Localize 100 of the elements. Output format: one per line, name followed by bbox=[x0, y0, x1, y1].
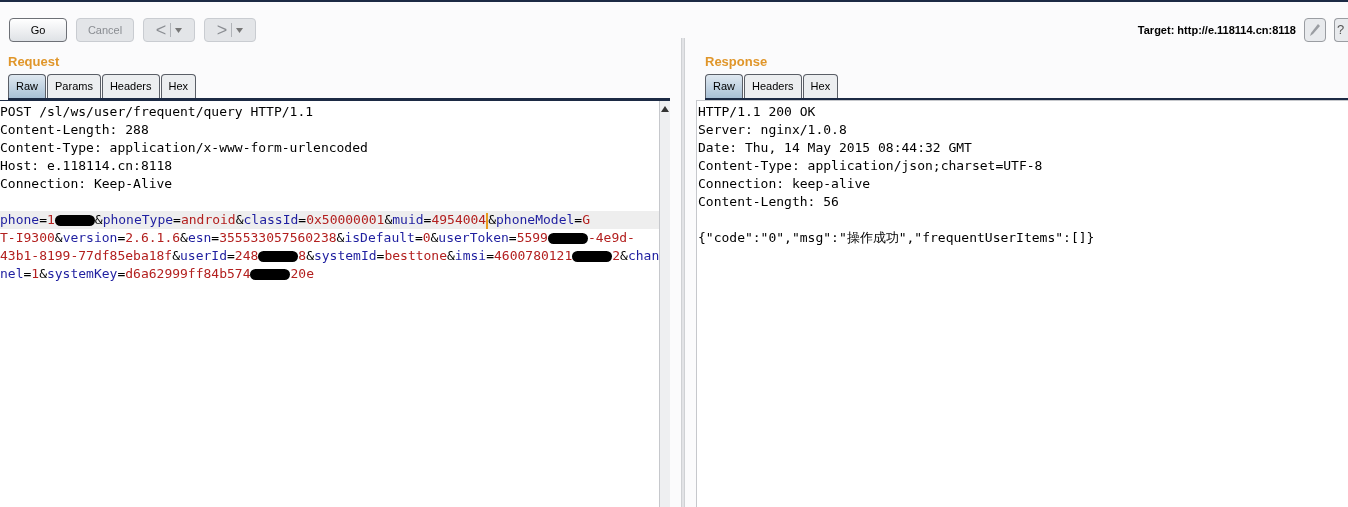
body-text: & bbox=[306, 248, 314, 263]
body-text: = bbox=[23, 266, 32, 281]
body-text: 4600780121 bbox=[494, 248, 573, 263]
body-text: & bbox=[336, 230, 345, 245]
body-text: = bbox=[423, 212, 432, 227]
editor-tab[interactable]: Raw bbox=[705, 74, 743, 98]
body-text: & bbox=[180, 230, 188, 245]
body-text: & bbox=[447, 248, 455, 263]
editor-tab[interactable]: Hex bbox=[160, 74, 197, 98]
body-text: & bbox=[39, 266, 47, 281]
response-line: HTTP/1.1 200 OK bbox=[698, 103, 816, 121]
body-text: G bbox=[582, 212, 590, 227]
redaction-mark bbox=[572, 251, 613, 262]
body-text: nel bbox=[0, 266, 24, 281]
request-editor[interactable] bbox=[0, 101, 660, 507]
body-text: android bbox=[180, 212, 236, 227]
scrollbar[interactable] bbox=[659, 101, 670, 507]
body-text: = bbox=[376, 248, 385, 263]
redaction-mark bbox=[54, 215, 95, 226]
body-text: = bbox=[211, 230, 220, 245]
dropdown-caret-icon bbox=[175, 27, 183, 33]
body-text: -4e9d- bbox=[587, 230, 635, 245]
text-cursor bbox=[486, 212, 489, 229]
body-text: = bbox=[117, 266, 126, 281]
edit-target-button[interactable] bbox=[1304, 18, 1326, 42]
response-line: Content-Type: application/json;charset=UTF-8 bbox=[698, 157, 1043, 175]
body-text: imsi bbox=[454, 248, 487, 263]
body-text: & bbox=[54, 230, 63, 245]
redaction-mark bbox=[250, 269, 291, 280]
request-line: Connection: Keep-Alive bbox=[0, 175, 173, 193]
response-editor[interactable] bbox=[696, 100, 1348, 507]
body-text: = bbox=[173, 212, 181, 227]
body-text: 5599 bbox=[516, 230, 548, 245]
toolbar-button[interactable]: Go bbox=[9, 18, 67, 42]
body-text: 8 bbox=[298, 248, 307, 263]
body-text: 4954004 bbox=[431, 212, 487, 227]
body-text: 0 bbox=[422, 230, 431, 245]
response-line: Connection: keep-alive bbox=[698, 175, 871, 193]
body-text: = bbox=[414, 230, 423, 245]
editor-tab[interactable]: Raw bbox=[8, 74, 46, 98]
body-text: esn bbox=[187, 230, 212, 245]
body-text: muid bbox=[392, 212, 424, 227]
body-text: 20e bbox=[290, 266, 314, 281]
body-text: & bbox=[430, 230, 439, 245]
dropdown-caret-icon bbox=[236, 27, 244, 33]
body-text: systemId bbox=[313, 248, 377, 263]
response-line: Date: Thu, 14 May 2015 08:44:32 GMT bbox=[698, 139, 972, 157]
body-text: phoneModel bbox=[496, 212, 575, 227]
target-label: Target: http://e.118114.cn:8118 bbox=[1137, 22, 1296, 38]
redaction-mark bbox=[547, 233, 588, 244]
response-line: Server: nginx/1.0.8 bbox=[698, 121, 847, 139]
body-text: 1 bbox=[46, 212, 55, 227]
body-text: d6a62999ff84b574 bbox=[125, 266, 251, 281]
request-line: Content-Type: application/x-www-form-urlencoded bbox=[0, 139, 368, 157]
body-text: & bbox=[488, 212, 497, 227]
pencil-icon bbox=[1309, 23, 1321, 37]
editor-tab[interactable]: Headers bbox=[101, 74, 160, 98]
response-body: {"code":"0","msg":"操作成功","frequentUserItems":[]} bbox=[698, 229, 1095, 247]
body-text: = bbox=[117, 230, 126, 245]
body-text: phone bbox=[0, 212, 40, 227]
body-text: userToken bbox=[438, 230, 509, 245]
body-text: = bbox=[508, 230, 517, 245]
body-text: 355533057560238 bbox=[219, 230, 337, 245]
body-text: T-I9300 bbox=[0, 230, 55, 245]
body-text: & bbox=[172, 248, 180, 263]
body-text: 248 bbox=[234, 248, 259, 263]
body-text: = bbox=[39, 212, 47, 227]
help-button[interactable]: ? bbox=[1334, 18, 1348, 42]
panel-heading: Response bbox=[704, 53, 769, 70]
editor-tab[interactable]: Headers bbox=[744, 74, 802, 98]
body-text: systemKey bbox=[46, 266, 118, 281]
body-text: besttone bbox=[384, 248, 448, 263]
body-text: 43b1-8199-77df85eba18f bbox=[0, 248, 173, 263]
body-text: & bbox=[620, 248, 628, 263]
body-text: & bbox=[235, 212, 244, 227]
response-line: Content-Length: 56 bbox=[698, 193, 839, 211]
body-text: = bbox=[574, 212, 583, 227]
body-text: phoneType bbox=[102, 212, 174, 227]
body-text: 1 bbox=[31, 266, 40, 281]
body-text: 2.6.1.6 bbox=[125, 230, 181, 245]
body-text: = bbox=[298, 212, 307, 227]
request-line: Content-Length: 288 bbox=[0, 121, 149, 139]
editor-tab[interactable]: Hex bbox=[802, 74, 839, 98]
request-line: Host: e.118114.cn:8118 bbox=[0, 157, 173, 175]
body-text: & bbox=[384, 212, 393, 227]
request-line: POST /sl/ws/user/frequent/query HTTP/1.1 bbox=[0, 103, 314, 121]
body-text: = bbox=[227, 248, 235, 263]
body-text: & bbox=[94, 212, 103, 227]
body-text: chan bbox=[627, 248, 660, 263]
body-text: = bbox=[486, 248, 494, 263]
scroll-up-icon bbox=[661, 106, 670, 112]
editor-tab[interactable]: Params bbox=[47, 74, 101, 98]
panel-heading: Request bbox=[7, 53, 61, 70]
redaction-mark bbox=[258, 251, 299, 262]
body-text: userId bbox=[180, 248, 227, 263]
body-text: 2 bbox=[612, 248, 621, 263]
body-text: isDefault bbox=[344, 230, 415, 245]
body-text: 0x50000001 bbox=[306, 212, 385, 227]
body-text: classId bbox=[243, 212, 299, 227]
body-text: version bbox=[62, 230, 118, 245]
